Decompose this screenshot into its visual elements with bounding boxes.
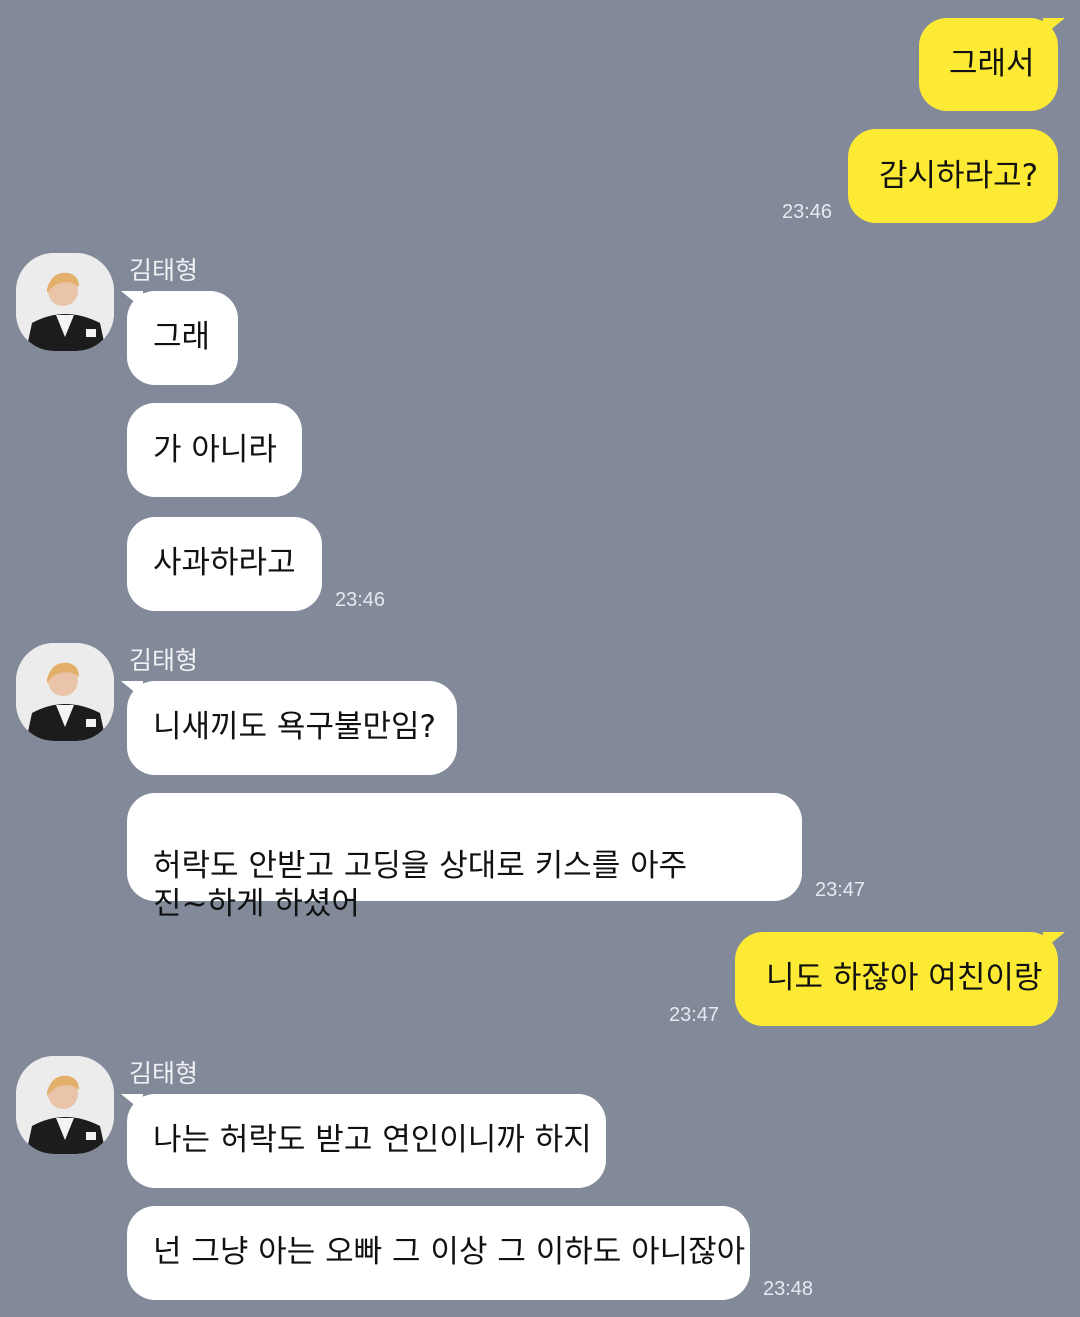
message-text: 니새끼도 욕구불만임? [153, 709, 436, 745]
message-timestamp: 23:47 [669, 1004, 720, 1026]
message-text: 넌 그냥 아는 오빠 그 이상 그 이하도 아니잖아 [153, 1234, 746, 1270]
contact-avatar[interactable] [16, 643, 114, 741]
message-bubble-incoming[interactable]: 나는 허락도 받고 연인이니까 하지 [127, 1094, 606, 1188]
bubble-tail [121, 681, 143, 699]
profile-photo-icon [16, 1056, 114, 1154]
message-text: 사과하라고 [153, 545, 296, 581]
message-text: 감시하라고? [879, 158, 1039, 194]
sender-name: 김태형 [129, 256, 199, 285]
contact-avatar[interactable] [16, 1056, 114, 1154]
message-bubble-outgoing[interactable]: 그래서 [919, 18, 1058, 111]
message-timestamp: 23:46 [782, 201, 833, 223]
message-timestamp: 23:48 [763, 1278, 814, 1300]
message-bubble-incoming[interactable]: 그래 [127, 291, 238, 385]
message-text: 니도 하잖아 여친이랑 [766, 960, 1043, 996]
bubble-tail [1043, 932, 1065, 950]
message-text: 그래서 [949, 46, 1035, 82]
message-text: 허락도 안받고 고딩을 상대로 키스를 아주 진~하게 하셨어 [153, 848, 688, 922]
message-text: 그래 [153, 319, 211, 355]
contact-avatar[interactable] [16, 253, 114, 351]
message-text: 나는 허락도 받고 연인이니까 하지 [153, 1122, 592, 1158]
message-bubble-incoming[interactable]: 가 아니라 [127, 403, 302, 497]
bubble-tail [1043, 18, 1065, 36]
sender-name: 김태형 [129, 646, 199, 675]
message-bubble-outgoing[interactable]: 니도 하잖아 여친이랑 [735, 932, 1058, 1026]
profile-photo-icon [16, 253, 114, 351]
message-text: 가 아니라 [153, 432, 277, 468]
sender-name: 김태형 [129, 1059, 199, 1088]
message-timestamp: 23:47 [815, 879, 866, 901]
message-bubble-incoming[interactable]: 넌 그냥 아는 오빠 그 이상 그 이하도 아니잖아 [127, 1206, 750, 1300]
message-bubble-incoming[interactable]: 니새끼도 욕구불만임? [127, 681, 457, 775]
bubble-tail [121, 291, 143, 309]
message-bubble-incoming[interactable]: 사과하라고 [127, 517, 322, 611]
message-timestamp: 23:46 [335, 589, 386, 611]
message-bubble-incoming[interactable]: 허락도 안받고 고딩을 상대로 키스를 아주 진~하게 하셨어 [127, 793, 802, 922]
message-bubble-outgoing[interactable]: 감시하라고? [848, 129, 1058, 223]
bubble-tail [121, 1094, 143, 1112]
profile-photo-icon [16, 643, 114, 741]
